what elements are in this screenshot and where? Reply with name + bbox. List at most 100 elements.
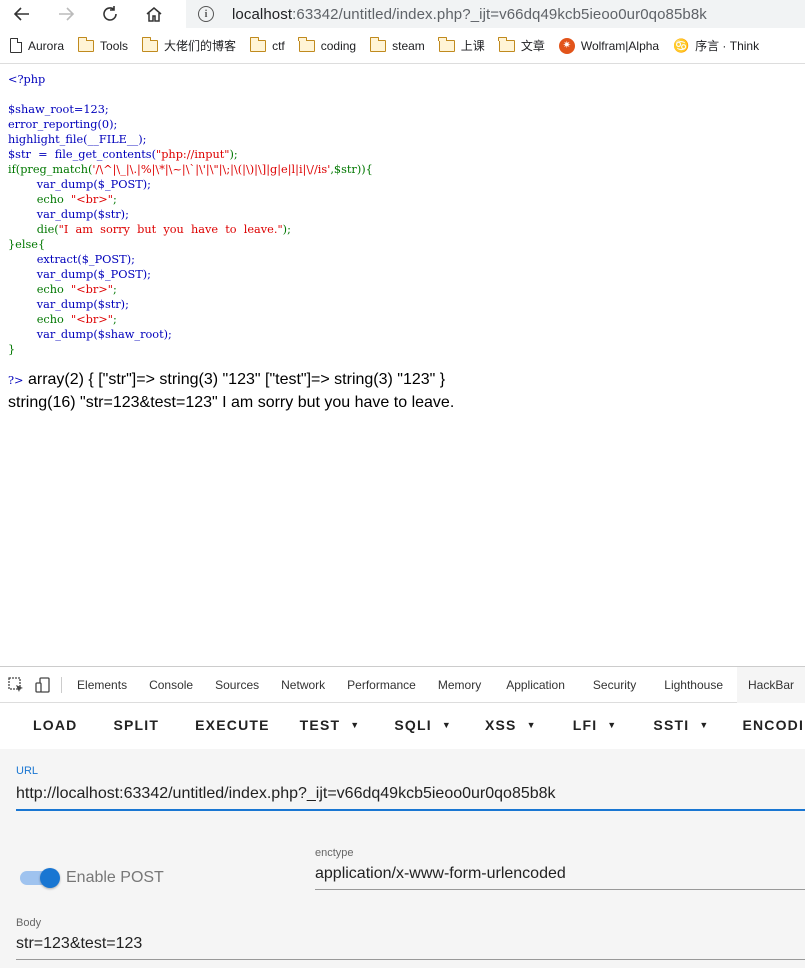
output-line-2: string(16) "str=123&test=123" I am sorry… <box>8 394 455 411</box>
folder-icon <box>298 36 315 52</box>
ssti-menu-button[interactable]: SSTI ▼ <box>635 717 727 733</box>
code-token: $str = file_get_contents( <box>8 148 156 161</box>
forward-button[interactable] <box>44 0 88 28</box>
code-line: echo "<br>"; <box>8 283 117 296</box>
load-button[interactable]: LOAD <box>18 717 92 733</box>
enable-post-toggle[interactable]: Enable POST <box>20 868 164 888</box>
url-field[interactable]: URL http://localhost:63342/untitled/inde… <box>16 765 805 811</box>
tab-security[interactable]: Security <box>579 667 650 703</box>
button-label: EXECUTE <box>195 717 270 733</box>
bookmark-tools[interactable]: Tools <box>77 36 129 53</box>
execute-button[interactable]: EXECUTE <box>180 717 285 733</box>
bookmarks-bar: Aurora Tools 大佬们的博客 ctf coding steam 上课 … <box>0 28 805 64</box>
code-string: "I am sorry but you have to leave." <box>58 223 283 236</box>
xss-menu-button[interactable]: XSS ▼ <box>467 717 555 733</box>
code-string: "php://input" <box>156 148 230 161</box>
code-line: highlight_file(__FILE__); <box>8 133 147 146</box>
code-token: ); <box>282 223 291 236</box>
bookmark-steam[interactable]: steam <box>369 36 425 53</box>
code-line: $str = file_get_contents("php://input"); <box>8 148 238 161</box>
devtools-panel: Elements Console Sources Network Perform… <box>0 666 805 968</box>
device-toolbar-button[interactable] <box>30 667 58 703</box>
caret-down-icon: ▼ <box>350 720 361 730</box>
arrow-right-icon <box>59 7 75 21</box>
hackbar-toolbar: LOAD SPLIT EXECUTE TEST ▼ SQLI ▼ XSS ▼ LFI ▼… <box>0 703 805 747</box>
caret-down-icon: ▼ <box>441 720 452 730</box>
bookmark-articles[interactable]: 文章 <box>498 36 545 54</box>
code-line: echo "<br>"; <box>8 193 117 206</box>
reload-button[interactable] <box>88 0 132 28</box>
button-label: SQLI <box>394 717 432 733</box>
bookmark-label: ctf <box>272 38 285 53</box>
code-token: die( <box>8 223 59 236</box>
reload-icon <box>103 6 117 21</box>
address-bar[interactable]: i localhost:63342/untitled/index.php?_ij… <box>186 0 805 28</box>
caret-down-icon: ▼ <box>699 720 710 730</box>
code-line: if(preg_match('/\^|\_|\.|%|\*|\~|\`|\'|\… <box>8 163 373 176</box>
url-input[interactable]: http://localhost:63342/untitled/index.ph… <box>16 785 805 811</box>
folder-icon <box>141 36 159 52</box>
encoding-menu-button[interactable]: ENCODING <box>727 717 805 733</box>
code-line: error_reporting(0); <box>8 118 118 131</box>
bookmark-wolfram[interactable]: ✷ Wolfram|Alpha <box>558 37 659 54</box>
caret-down-icon: ▼ <box>526 720 537 730</box>
inspect-element-button[interactable] <box>2 667 30 703</box>
button-label: TEST <box>299 717 341 733</box>
code-line: var_dump($_POST); <box>8 178 151 191</box>
split-button[interactable]: SPLIT <box>92 717 180 733</box>
sqli-menu-button[interactable]: SQLI ▼ <box>379 717 467 733</box>
body-input[interactable]: str=123&test=123 <box>16 935 805 960</box>
tab-performance[interactable]: Performance <box>336 667 427 703</box>
bookmark-aurora[interactable]: Aurora <box>10 38 64 53</box>
arrow-left-icon <box>13 7 29 21</box>
tab-lighthouse[interactable]: Lighthouse <box>650 667 737 703</box>
page-content: <?php $shaw_root=123; error_reporting(0)… <box>0 64 805 666</box>
code-line: var_dump($_POST); <box>8 268 151 281</box>
bookmark-label: Aurora <box>28 38 65 53</box>
bookmark-label: Tools <box>100 38 129 53</box>
code-string: "<br>" <box>71 193 113 206</box>
body-field[interactable]: Body str=123&test=123 <box>16 917 805 960</box>
folder-icon <box>438 36 455 52</box>
code-token: if(preg_match( <box>8 163 93 176</box>
code-token: echo <box>8 193 71 206</box>
bookmark-think[interactable]: ♋ 序言 · Think <box>673 37 759 54</box>
tab-network[interactable]: Network <box>270 667 336 703</box>
enctype-field[interactable]: enctype application/x-www-form-urlencode… <box>315 847 805 890</box>
cursor-select-icon <box>8 676 23 692</box>
home-icon <box>146 7 162 22</box>
think-icon: ♋ <box>673 37 690 53</box>
code-line: die("I am sorry but you have to leave.")… <box>8 223 291 236</box>
tab-hackbar[interactable]: HackBar <box>737 666 805 703</box>
tab-elements[interactable]: Elements <box>66 667 138 703</box>
back-button[interactable] <box>0 0 44 28</box>
toggle-track[interactable] <box>20 868 60 888</box>
code-string: "<br>" <box>71 283 113 296</box>
home-button[interactable] <box>132 0 176 28</box>
url-host: localhost <box>232 5 293 23</box>
code-token: ; <box>112 313 117 326</box>
lfi-menu-button[interactable]: LFI ▼ <box>555 717 636 733</box>
code-line: extract($_POST); <box>8 253 135 266</box>
tab-console[interactable]: Console <box>138 667 204 703</box>
test-menu-button[interactable]: TEST ▼ <box>285 717 376 733</box>
bookmark-blogs[interactable]: 大佬们的博客 <box>141 36 236 54</box>
bookmark-class[interactable]: 上课 <box>438 36 485 54</box>
toggle-knob[interactable] <box>40 868 60 888</box>
enctype-select[interactable]: application/x-www-form-urlencoded <box>315 865 805 890</box>
bookmark-coding[interactable]: coding <box>298 36 356 53</box>
device-icon <box>35 676 50 693</box>
button-label: SSTI <box>653 717 690 733</box>
enctype-label: enctype <box>315 847 354 859</box>
tab-application[interactable]: Application <box>492 667 579 703</box>
button-label: XSS <box>484 717 517 733</box>
info-icon[interactable]: i <box>198 6 214 22</box>
code-line: } <box>8 343 16 356</box>
url-path: :63342/untitled/index.php?_ijt=v66dq49kc… <box>292 5 707 23</box>
tab-sources[interactable]: Sources <box>204 667 270 703</box>
code-token: echo <box>8 313 71 326</box>
folder-icon <box>369 36 387 52</box>
code-string: '/\^|\_|\.|%|\*|\~|\`|\'|\"|\;|\(|\)|\]|… <box>92 163 331 176</box>
bookmark-ctf[interactable]: ctf <box>249 36 285 53</box>
tab-memory[interactable]: Memory <box>427 667 492 703</box>
